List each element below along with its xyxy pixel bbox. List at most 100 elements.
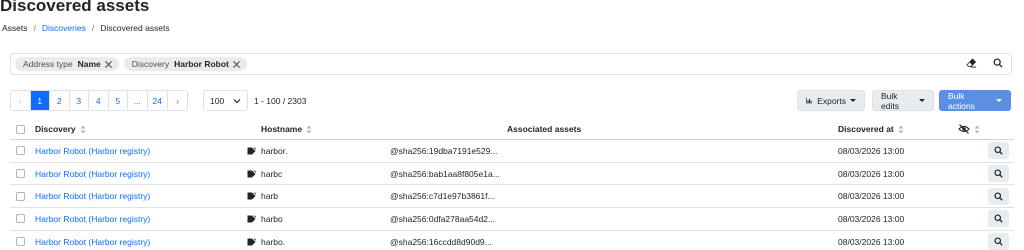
table-row: Harbor Robot (Harbor registry) harbo. @s… <box>10 231 1014 250</box>
sort-icon <box>306 125 312 133</box>
associated-asset: @sha256:0dfa278aa54d2... <box>390 213 496 224</box>
search-icon <box>994 237 1003 246</box>
bulk-actions-button[interactable]: Bulk actions <box>939 90 1011 111</box>
row-checkbox[interactable] <box>16 191 25 201</box>
row-search-button[interactable] <box>988 187 1009 205</box>
associated-asset: @sha256:bab1aa8f805e1a... <box>390 168 500 179</box>
filter-key: Address type <box>23 59 73 69</box>
filter-bar[interactable]: Address type Name Discovery Harbor Robot <box>10 53 1012 75</box>
bulk-actions-label: Bulk actions <box>948 90 975 111</box>
assets-table: Discovery Hostname Associated assets Dis… <box>10 119 1014 250</box>
hostname-value: harb <box>261 191 279 202</box>
search-icon[interactable] <box>993 58 1003 68</box>
sort-icon <box>974 125 980 133</box>
eye-slash-icon <box>958 124 970 134</box>
column-label: Hostname <box>261 124 303 134</box>
column-header-hostname[interactable]: Hostname <box>261 119 312 139</box>
per-page-value: 100 <box>210 95 225 106</box>
eraser-icon[interactable] <box>966 57 977 68</box>
pagination-page-4[interactable]: 4 <box>89 91 109 110</box>
breadcrumb-discoveries[interactable]: Discoveries <box>42 23 86 33</box>
associated-asset: @sha256:c7d1e97b3861f... <box>390 191 495 202</box>
search-icon <box>994 214 1003 224</box>
column-header-discovered-at[interactable]: Discovered at <box>838 119 904 139</box>
breadcrumb-separator: / <box>33 23 36 33</box>
filter-chip-discovery[interactable]: Discovery Harbor Robot <box>123 57 247 71</box>
table-row: Harbor Robot (Harbor registry) harbor. @… <box>10 140 1014 163</box>
sort-icon <box>80 125 86 133</box>
row-search-button[interactable] <box>988 233 1009 250</box>
search-icon <box>994 192 1003 201</box>
exports-button[interactable]: Exports <box>797 90 865 111</box>
pagination-next[interactable]: › <box>168 91 187 110</box>
associated-asset: @sha256:19dba7191e529... <box>390 145 498 156</box>
tag-icon <box>247 147 256 155</box>
column-header-discovery[interactable]: Discovery <box>35 119 86 139</box>
row-checkbox[interactable] <box>16 237 25 247</box>
discovery-link[interactable]: Harbor Robot (Harbor registry) <box>35 185 150 207</box>
column-label: Associated assets <box>507 124 582 134</box>
tag-icon <box>247 237 256 246</box>
row-checkbox[interactable] <box>16 146 25 156</box>
table-row: Harbor Robot (Harbor registry) harbo @sh… <box>10 208 1014 231</box>
pagination-page-3[interactable]: 3 <box>70 91 89 110</box>
bulk-edits-label: Bulk edits <box>881 90 899 111</box>
breadcrumb-assets[interactable]: Assets <box>2 23 28 33</box>
chart-icon <box>806 97 813 104</box>
breadcrumb: Assets / Discoveries / Discovered assets <box>2 23 170 33</box>
close-icon[interactable] <box>232 60 241 69</box>
filter-key: Discovery <box>131 59 170 69</box>
hostname-value: harbor. <box>261 145 288 156</box>
column-label: Discovery <box>35 124 76 134</box>
row-search-button[interactable] <box>988 142 1009 160</box>
discovery-link[interactable]: Harbor Robot (Harbor registry) <box>35 163 150 185</box>
hostname-value: harbc <box>261 168 283 179</box>
pagination-page-1[interactable]: 1 <box>30 91 50 110</box>
bulk-edits-button[interactable]: Bulk edits <box>872 90 934 111</box>
chevron-down-icon <box>233 98 241 103</box>
breadcrumb-separator: / <box>91 23 95 33</box>
column-header-associated-assets: Associated assets <box>507 119 581 139</box>
column-visibility-toggle[interactable] <box>958 119 980 139</box>
filter-value: Name <box>77 59 101 69</box>
caret-down-icon <box>919 99 925 102</box>
table-row: Harbor Robot (Harbor registry) harbc @sh… <box>10 163 1014 186</box>
discovery-link[interactable]: Harbor Robot (Harbor registry) <box>35 231 150 250</box>
pagination: ‹ 1 2 3 4 5 ... 24 › <box>10 90 189 111</box>
row-checkbox[interactable] <box>16 169 25 179</box>
sort-icon <box>898 125 904 133</box>
per-page-select[interactable]: 100 <box>203 90 248 111</box>
discovered-at-value: 08/03/2026 13:00 <box>838 168 905 179</box>
tag-icon <box>247 192 256 200</box>
search-icon <box>994 146 1003 156</box>
tag-icon <box>247 215 256 223</box>
result-range: 1 - 100 / 2303 <box>254 96 307 106</box>
discovery-link[interactable]: Harbor Robot (Harbor registry) <box>35 208 150 230</box>
pagination-ellipsis[interactable]: ... <box>128 91 148 110</box>
tag-icon <box>247 169 256 178</box>
discovered-at-value: 08/03/2026 13:00 <box>838 236 905 247</box>
pagination-page-2[interactable]: 2 <box>50 91 70 110</box>
table-header: Discovery Hostname Associated assets Dis… <box>10 119 1014 140</box>
column-label: Discovered at <box>838 124 894 134</box>
page-title: Discovered assets <box>0 0 150 15</box>
caret-down-icon <box>850 99 856 102</box>
hostname-value: harbo <box>261 213 283 224</box>
caret-down-icon <box>996 99 1002 102</box>
pagination-page-24[interactable]: 24 <box>148 91 168 110</box>
pagination-prev[interactable]: ‹ <box>11 91 31 110</box>
row-search-button[interactable] <box>988 165 1009 183</box>
associated-asset: @sha256:16ccdd8d90d9... <box>390 236 492 247</box>
row-checkbox[interactable] <box>16 214 25 224</box>
filter-chip-address-type[interactable]: Address type Name <box>15 57 119 71</box>
pagination-page-5[interactable]: 5 <box>109 91 128 110</box>
discovered-at-value: 08/03/2026 13:00 <box>838 213 905 224</box>
discovery-link[interactable]: Harbor Robot (Harbor registry) <box>35 140 150 162</box>
discovered-at-value: 08/03/2026 13:00 <box>838 191 905 202</box>
row-search-button[interactable] <box>988 210 1009 228</box>
search-icon <box>994 169 1003 178</box>
select-all-checkbox[interactable] <box>16 124 25 134</box>
hostname-value: harbo. <box>261 236 286 247</box>
breadcrumb-current: Discovered assets <box>100 23 170 33</box>
close-icon[interactable] <box>104 60 113 69</box>
